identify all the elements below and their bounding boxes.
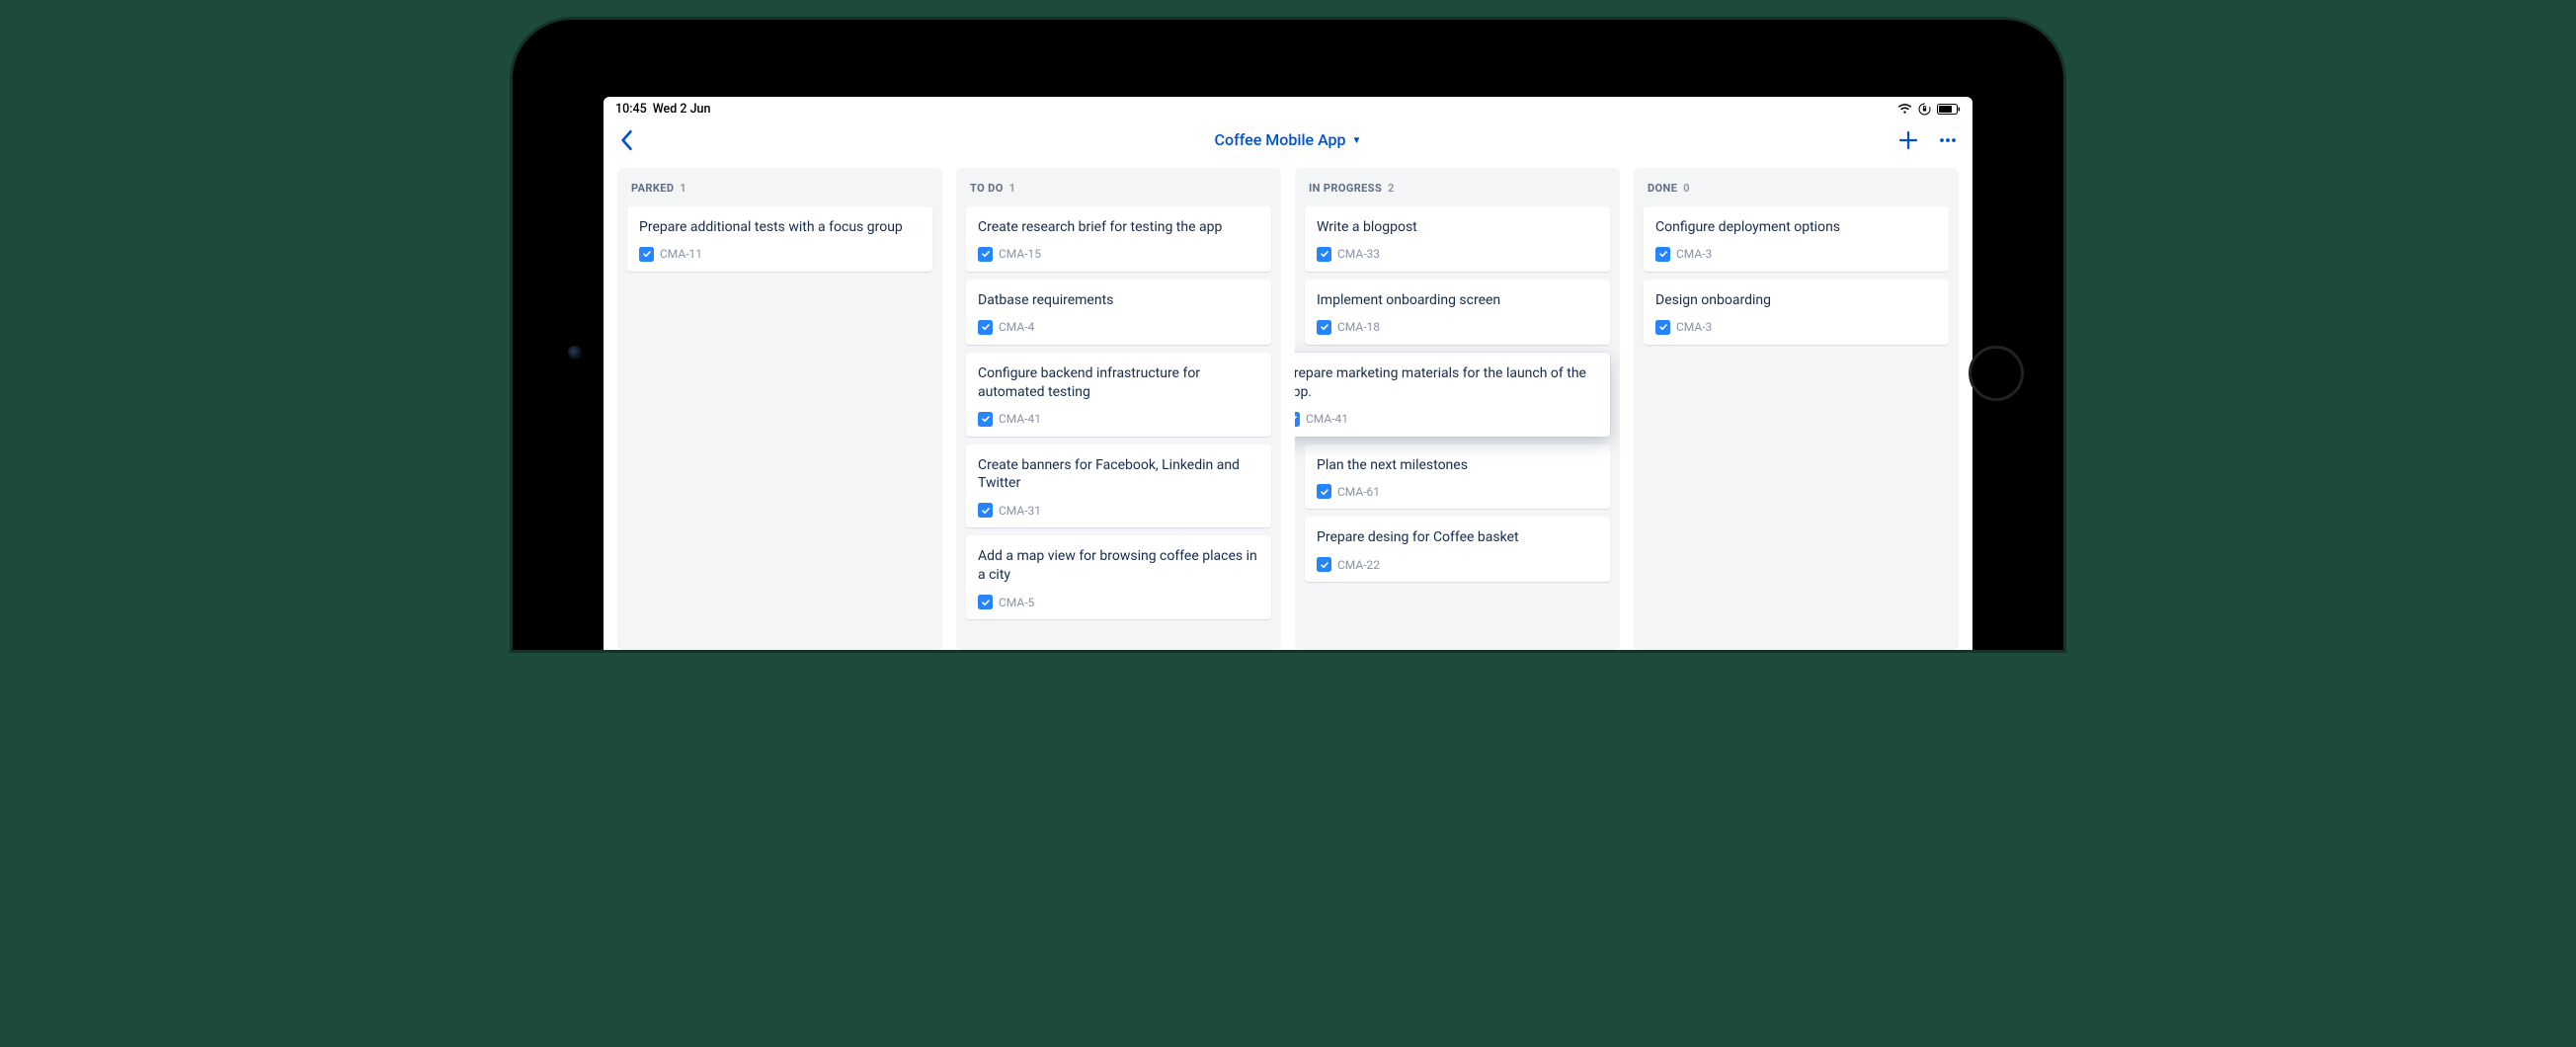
board-title: Coffee Mobile App xyxy=(1215,130,1346,149)
column-title: Parked xyxy=(631,182,674,195)
card-meta: CMA-11 xyxy=(639,247,921,262)
card[interactable]: Prepare desing for Coffee basket CMA-22 xyxy=(1305,517,1610,582)
column-title: To Do xyxy=(970,182,1004,195)
card-title: Prepare desing for Coffee basket xyxy=(1317,528,1598,547)
card-key: CMA-22 xyxy=(1337,558,1380,572)
column-header: Parked 1 xyxy=(627,182,932,199)
card-meta: CMA-3 xyxy=(1655,247,1937,262)
camera-dot xyxy=(568,346,582,360)
card-meta: CMA-3 xyxy=(1655,320,1937,335)
column-title: Done xyxy=(1648,182,1677,195)
task-type-icon xyxy=(978,503,993,518)
more-button[interactable] xyxy=(1937,129,1959,151)
board-title-dropdown[interactable]: Coffee Mobile App ▼ xyxy=(1215,130,1362,149)
task-type-icon xyxy=(1317,247,1331,262)
card-key: CMA-41 xyxy=(999,412,1041,426)
card-key: CMA-61 xyxy=(1337,485,1380,499)
card-meta: CMA-4 xyxy=(978,320,1259,335)
task-type-icon xyxy=(978,595,993,609)
card-title: Design onboarding xyxy=(1655,291,1937,310)
task-type-icon xyxy=(978,412,993,427)
battery-icon xyxy=(1937,104,1961,115)
card-title: Prepare additional tests with a focus gr… xyxy=(639,218,921,237)
status-bar: 10:45 Wed 2 Jun xyxy=(604,97,1972,119)
card[interactable]: Add a map view for browsing coffee place… xyxy=(966,535,1271,619)
card-key: CMA-31 xyxy=(999,504,1041,518)
card-meta: CMA-61 xyxy=(1317,484,1598,499)
card-meta: CMA-33 xyxy=(1317,247,1598,262)
card-meta: CMA-22 xyxy=(1317,557,1598,572)
task-type-icon xyxy=(1317,484,1331,499)
card-meta: CMA-15 xyxy=(978,247,1259,262)
column-title: In Progress xyxy=(1309,182,1382,195)
task-type-icon xyxy=(1655,247,1670,262)
column-count: 2 xyxy=(1388,182,1395,195)
card[interactable]: Datbase requirements CMA-4 xyxy=(966,280,1271,345)
card[interactable]: Create banners for Facebook, Linkedin an… xyxy=(966,444,1271,528)
ipad-frame: 10:45 Wed 2 Jun xyxy=(513,20,2063,650)
chevron-down-icon: ▼ xyxy=(1352,135,1362,146)
status-time: 10:45 xyxy=(615,102,647,117)
kanban-board: Parked 1 Prepare additional tests with a f… xyxy=(604,162,1972,650)
card-title: Datbase requirements xyxy=(978,291,1259,310)
card-key: CMA-11 xyxy=(660,247,702,261)
card-key: CMA-15 xyxy=(999,247,1041,261)
card[interactable]: Write a blogpost CMA-33 xyxy=(1305,206,1610,272)
task-type-icon xyxy=(1317,320,1331,335)
column-header: To Do 1 xyxy=(966,182,1271,199)
task-type-icon xyxy=(1295,412,1300,427)
card-title: Configure deployment options xyxy=(1655,218,1937,237)
card-title: Create research brief for testing the ap… xyxy=(978,218,1259,237)
card[interactable]: Configure deployment options CMA-3 xyxy=(1644,206,1949,272)
card[interactable]: Prepare marketing materials for the laun… xyxy=(1295,353,1610,437)
wifi-icon xyxy=(1897,104,1912,115)
card-key: CMA-18 xyxy=(1337,320,1380,334)
column-count: 1 xyxy=(680,182,686,195)
card-title: Implement onboarding screen xyxy=(1317,291,1598,310)
home-button[interactable] xyxy=(1969,346,2024,401)
card-title: Create banners for Facebook, Linkedin an… xyxy=(978,456,1259,494)
card[interactable]: Configure backend infrastructure for aut… xyxy=(966,353,1271,437)
task-type-icon xyxy=(639,247,654,262)
column-in-progress[interactable]: In Progress 2 Write a blogpost CMA-33 Implem… xyxy=(1295,168,1620,650)
card-title: Write a blogpost xyxy=(1317,218,1598,237)
card-title: Prepare marketing materials for the laun… xyxy=(1295,364,1598,402)
card[interactable]: Plan the next milestones CMA-61 xyxy=(1305,444,1610,510)
task-type-icon xyxy=(1655,320,1670,335)
card-key: CMA-3 xyxy=(1676,247,1712,261)
card-title: Add a map view for browsing coffee place… xyxy=(978,547,1259,585)
column-header: In Progress 2 xyxy=(1305,182,1610,199)
column-parked[interactable]: Parked 1 Prepare additional tests with a f… xyxy=(617,168,942,650)
task-type-icon xyxy=(978,247,993,262)
card-key: CMA-3 xyxy=(1676,320,1712,334)
status-date: Wed 2 Jun xyxy=(653,102,711,117)
orientation-lock-icon xyxy=(1918,103,1931,116)
card-meta: CMA-41 xyxy=(978,412,1259,427)
back-button[interactable] xyxy=(617,129,635,151)
card[interactable]: Create research brief for testing the ap… xyxy=(966,206,1271,272)
card-title: Configure backend infrastructure for aut… xyxy=(978,364,1259,402)
screen: 10:45 Wed 2 Jun xyxy=(604,97,1972,650)
card-title: Plan the next milestones xyxy=(1317,456,1598,475)
card-key: CMA-5 xyxy=(999,596,1034,609)
column-header: Done 0 xyxy=(1644,182,1949,199)
column-to-do[interactable]: To Do 1 Create research brief for testing … xyxy=(956,168,1281,650)
card-meta: CMA-41 xyxy=(1295,412,1598,427)
card-meta: CMA-31 xyxy=(978,503,1259,518)
card-key: CMA-33 xyxy=(1337,247,1380,261)
navbar: Coffee Mobile App ▼ xyxy=(604,119,1972,162)
card-key: CMA-41 xyxy=(1306,412,1348,426)
task-type-icon xyxy=(1317,557,1331,572)
column-count: 1 xyxy=(1009,182,1016,195)
card-meta: CMA-18 xyxy=(1317,320,1598,335)
column-count: 0 xyxy=(1683,182,1690,195)
task-type-icon xyxy=(978,320,993,335)
card[interactable]: Implement onboarding screen CMA-18 xyxy=(1305,280,1610,345)
card[interactable]: Prepare additional tests with a focus gr… xyxy=(627,206,932,272)
card-meta: CMA-5 xyxy=(978,595,1259,609)
card-key: CMA-4 xyxy=(999,320,1034,334)
add-button[interactable] xyxy=(1897,129,1919,151)
column-done[interactable]: Done0Configure deployment optionsCMA-3De… xyxy=(1634,168,1959,650)
card[interactable]: Design onboarding CMA-3 xyxy=(1644,280,1949,345)
